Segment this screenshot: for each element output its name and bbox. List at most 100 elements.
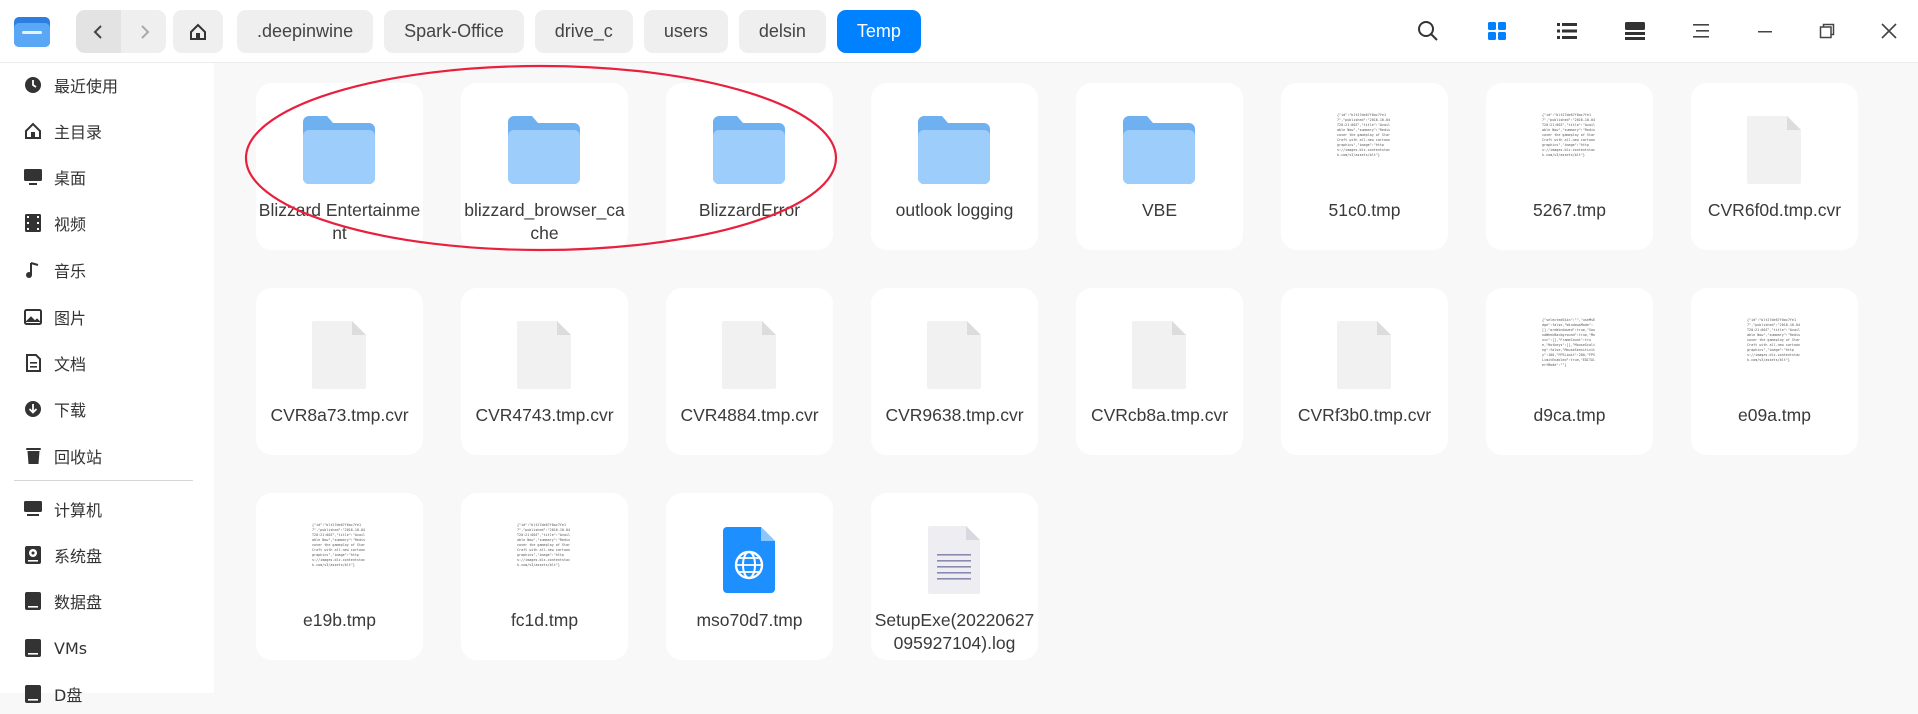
trash-icon	[22, 445, 44, 467]
home-icon	[190, 23, 206, 40]
sidebar-item-label: 视频	[54, 215, 87, 234]
menu-icon	[1693, 24, 1709, 38]
sidebar-item-vms[interactable]: VMs	[0, 628, 214, 668]
sidebar-item-computer[interactable]: 计算机	[0, 489, 214, 529]
file-item-folder[interactable]: blizzard_browser_cache	[461, 83, 628, 250]
sidebar-item-data-disk[interactable]: 数据盘	[0, 581, 214, 621]
breadcrumb-item-spark-office[interactable]: Spark-Office	[384, 10, 524, 53]
file-item-cvr[interactable]: CVR4884.tmp.cvr	[666, 288, 833, 455]
sidebar-item-label: 回收站	[54, 448, 103, 467]
file-name: CVR4884.tmp.cvr	[680, 405, 819, 425]
sidebar-item-trash[interactable]: 回收站	[0, 436, 214, 476]
sidebar-item-system-disk[interactable]: 系统盘	[0, 535, 214, 575]
file-item-cvr[interactable]: CVR9638.tmp.cvr	[871, 288, 1038, 455]
sidebar-item-label: 主目录	[54, 123, 103, 142]
grid-view-icon	[1488, 22, 1506, 40]
sidebar-item-videos[interactable]: 视频	[0, 203, 214, 243]
sidebar-item-documents[interactable]: 文档	[0, 343, 214, 383]
file-item-cvr[interactable]: CVR6f0d.tmp.cvr	[1691, 83, 1858, 250]
sidebar-item-label: D盘	[54, 686, 83, 705]
sidebar-divider	[14, 480, 193, 481]
file-name: d9ca.tmp	[1533, 405, 1606, 425]
file-item-cvr[interactable]: CVRf3b0.tmp.cvr	[1281, 288, 1448, 455]
folder-icon	[297, 108, 381, 192]
sidebar: 最近使用 主目录 桌面 视频 音乐 图片 文档 下载 回收站 计算机 系统盘 数…	[0, 63, 214, 705]
file-name: BlizzardError	[698, 200, 801, 220]
file-item-tmp[interactable]: {"id":"blt27de67f0ac7fe17","published":"…	[1486, 83, 1653, 250]
forward-button[interactable]	[121, 10, 166, 53]
main-menu-button[interactable]	[1684, 14, 1718, 48]
blank-file-icon	[1117, 313, 1201, 397]
web-file-icon	[707, 518, 791, 602]
sidebar-item-label: 最近使用	[54, 77, 119, 96]
title-bar: .deepinwine Spark-Office drive_c users d…	[0, 0, 1918, 63]
file-name: outlook logging	[895, 200, 1014, 220]
sidebar-item-desktop[interactable]: 桌面	[0, 157, 214, 197]
file-name: VBE	[1141, 200, 1178, 220]
text-thumbnail-icon: {"id":"blt27de67f0ac7fe17","published":"…	[1337, 113, 1391, 157]
file-item-tmp[interactable]: {"id":"blt27de67f0ac7fe17","published":"…	[256, 493, 423, 660]
download-icon	[22, 398, 44, 420]
file-name: CVRf3b0.tmp.cvr	[1297, 405, 1432, 425]
maximize-button[interactable]	[1810, 14, 1844, 48]
breadcrumb-item-temp[interactable]: Temp	[836, 10, 921, 53]
file-item-tmp[interactable]: {"id":"blt27de67f0ac7fe17","published":"…	[1281, 83, 1448, 250]
minimize-icon	[1758, 31, 1772, 33]
breadcrumb-item-users[interactable]: users	[643, 10, 728, 53]
search-button[interactable]	[1411, 14, 1445, 48]
file-item-folder[interactable]: VBE	[1076, 83, 1243, 250]
back-button[interactable]	[76, 10, 121, 53]
desktop-icon	[22, 166, 44, 188]
text-thumbnail-icon: {"id":"blt27de67f0ac7fe17","published":"…	[312, 523, 366, 567]
sidebar-item-music[interactable]: 音乐	[0, 250, 214, 290]
disk-icon	[22, 683, 44, 705]
file-item-tmp[interactable]: {"selectedSkin":"","useMsEdge":false,"Wi…	[1486, 288, 1653, 455]
clock-icon	[22, 74, 44, 96]
file-name: 5267.tmp	[1533, 200, 1606, 220]
preview-pane-button[interactable]	[1618, 14, 1652, 48]
detail-view-icon	[1625, 22, 1645, 40]
folder-icon	[1117, 108, 1201, 192]
file-item-folder[interactable]: Blizzard Entertainment	[256, 83, 423, 250]
sidebar-item-pictures[interactable]: 图片	[0, 297, 214, 337]
file-item-cvr[interactable]: CVR4743.tmp.cvr	[461, 288, 628, 455]
file-item-tmp[interactable]: mso70d7.tmp	[666, 493, 833, 660]
folder-icon	[502, 108, 586, 192]
breadcrumb-item-deepinwine[interactable]: .deepinwine	[237, 10, 374, 53]
file-name: CVR6f0d.tmp.cvr	[1707, 200, 1842, 220]
sidebar-item-downloads[interactable]: 下载	[0, 389, 214, 429]
chevron-left-icon	[93, 24, 102, 39]
file-name: fc1d.tmp	[510, 610, 579, 630]
file-item-tmp[interactable]: {"id":"blt27de67f0ac7fe17","published":"…	[461, 493, 628, 660]
file-name: CVRcb8a.tmp.cvr	[1090, 405, 1229, 425]
minimize-button[interactable]	[1748, 14, 1782, 48]
file-item-folder[interactable]: outlook logging	[871, 83, 1038, 250]
sidebar-item-d-drive[interactable]: D盘	[0, 674, 214, 714]
file-item-cvr[interactable]: CVR8a73.tmp.cvr	[256, 288, 423, 455]
folder-icon	[707, 108, 791, 192]
file-item-tmp[interactable]: {"id":"blt27de67f0ac7fe17","published":"…	[1691, 288, 1858, 455]
home-button[interactable]	[173, 10, 223, 53]
blank-file-icon	[297, 313, 381, 397]
file-item-log[interactable]: SetupExe(20220627095927104).log	[871, 493, 1038, 660]
list-view-icon	[1557, 23, 1577, 39]
blank-file-icon	[502, 313, 586, 397]
sidebar-item-home[interactable]: 主目录	[0, 111, 214, 151]
file-name: CVR8a73.tmp.cvr	[270, 405, 409, 425]
list-view-button[interactable]	[1550, 14, 1584, 48]
disk-icon	[22, 590, 44, 612]
file-item-cvr[interactable]: CVRcb8a.tmp.cvr	[1076, 288, 1243, 455]
sidebar-item-label: 文档	[54, 355, 87, 374]
close-button[interactable]	[1872, 14, 1906, 48]
breadcrumb-item-delsin[interactable]: delsin	[738, 10, 826, 53]
icon-view-button[interactable]	[1480, 14, 1514, 48]
file-grid: Blizzard Entertainment blizzard_browser_…	[214, 63, 1918, 693]
restore-icon	[1819, 23, 1835, 39]
sidebar-item-recent[interactable]: 最近使用	[0, 65, 214, 105]
home-icon	[22, 120, 44, 142]
file-manager-app-icon	[12, 11, 52, 51]
breadcrumb-item-drive-c[interactable]: drive_c	[534, 10, 633, 53]
text-thumbnail-icon: {"selectedSkin":"","useMsEdge":false,"Wi…	[1542, 318, 1596, 367]
file-item-folder[interactable]: BlizzardError	[666, 83, 833, 250]
sidebar-item-label: 桌面	[54, 169, 87, 188]
